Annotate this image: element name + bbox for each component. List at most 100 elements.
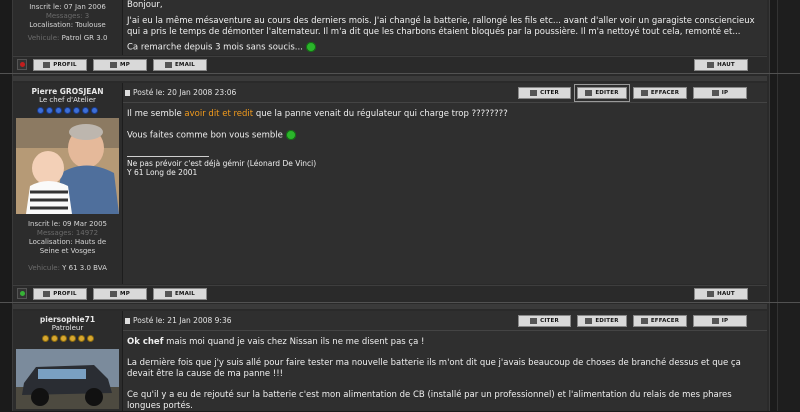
ip-icon	[711, 90, 719, 96]
post-paragraph: J'ai eu la même mésaventure au cours des…	[127, 16, 755, 37]
profile-button[interactable]: PROFIL	[33, 287, 87, 300]
author-vehicle: Y 61 3.0 BVA	[62, 264, 107, 272]
delete-icon	[640, 318, 648, 324]
rank-star-icon	[42, 336, 48, 341]
signature: Ne pas prévoir c'est déjà gémir (Léonard…	[127, 155, 767, 177]
avatar	[16, 118, 119, 214]
author-vehicle: Patrol GR 3.0	[61, 34, 108, 42]
post-text: Vous faites comme bon vous semble	[127, 130, 283, 141]
post-date: Posté le: 21 Jan 2008 9:36	[133, 316, 232, 325]
delete-button[interactable]: EFFACER	[633, 87, 687, 99]
post-text: que la panne venait du régulateur qui ch…	[255, 109, 508, 119]
forum-post: Pierre GROSJEAN Le chef d'Atelier Inscri…	[13, 83, 767, 284]
forum-post: piersophie71 Patroleur Posté le: 21 Jan …	[13, 311, 767, 411]
author-name[interactable]: piersophie71	[13, 315, 122, 324]
page-scrollbar[interactable]	[777, 0, 800, 411]
rank-stars	[13, 108, 122, 113]
post-header: Posté le: 20 Jan 2008 23:06 CITER EDITER…	[123, 83, 767, 103]
profile-button[interactable]: PROFIL	[33, 58, 87, 71]
quote-button[interactable]: CITER	[518, 87, 571, 99]
edit-icon	[585, 90, 593, 96]
rank-star-icon	[60, 336, 66, 341]
ip-icon	[711, 318, 719, 324]
email-button[interactable]: EMAIL	[153, 287, 207, 300]
rank-star-icon	[56, 108, 61, 113]
profile-icon	[43, 290, 51, 297]
rank-star-icon	[74, 108, 79, 113]
author-rank: Le chef d'Atelier	[39, 96, 96, 104]
post-greeting: Bonjour,	[127, 0, 163, 10]
author-location: Localisation: Toulouse	[29, 21, 106, 29]
signature-line: Ne pas prévoir c'est déjà gémir (Léonard…	[127, 158, 317, 168]
author-messages: Messages: 14972	[36, 229, 99, 237]
profile-icon	[43, 61, 51, 68]
ip-button[interactable]: IP	[693, 87, 747, 99]
rank-star-icon	[69, 336, 75, 341]
edit-button[interactable]: EDITER	[574, 84, 630, 102]
pm-button[interactable]: MP	[93, 287, 147, 300]
vehicle-label: Vehicule:	[27, 34, 60, 42]
quote-icon	[530, 318, 538, 324]
delete-icon	[640, 90, 648, 96]
post-text-bold: Ok chef	[127, 337, 164, 347]
post-header: Posté le: 21 Jan 2008 9:36 CITER EDITER …	[123, 311, 767, 331]
email-icon	[164, 290, 172, 297]
smiley-icon	[285, 130, 296, 140]
post-text: mais moi quand je vais chez Nissan ils n…	[166, 337, 425, 347]
post-content: Posté le: 21 Jan 2008 9:36 CITER EDITER …	[123, 311, 767, 411]
email-button[interactable]: EMAIL	[153, 58, 207, 71]
arrow-up-icon	[707, 61, 715, 68]
ip-button[interactable]: IP	[693, 315, 747, 327]
delete-button[interactable]: EFFACER	[633, 315, 687, 327]
quoted-link[interactable]: avoir dit et redit	[184, 109, 253, 119]
online-status-icon	[17, 288, 27, 299]
avatar	[16, 349, 119, 409]
author-messages: Messages: 3	[45, 12, 90, 20]
signature-divider	[127, 155, 209, 157]
rank-star-icon	[51, 336, 57, 341]
author-name[interactable]: Pierre GROSJEAN	[13, 87, 122, 96]
post-content: Posté le: 20 Jan 2008 23:06 CITER EDITER…	[123, 83, 767, 284]
vehicle-label: Vehicule:	[28, 264, 60, 272]
edit-icon	[585, 318, 593, 324]
back-to-top-button[interactable]: HAUT	[694, 58, 748, 71]
rank-star-icon	[65, 108, 70, 113]
signature-line: Y 61 Long de 2001	[127, 167, 198, 177]
pm-icon	[110, 290, 118, 297]
author-joined: Inscrit le: 07 Jan 2006	[29, 3, 106, 11]
email-icon	[164, 61, 172, 68]
quote-icon	[530, 90, 538, 96]
smiley-icon	[305, 42, 316, 52]
post-author: Inscrit le: 07 Jan 2006 Messages: 3 Loca…	[13, 0, 123, 55]
post-date: Posté le: 20 Jan 2008 23:06	[133, 88, 237, 97]
post-paragraph: Ce qu'il y a eu de rejouté sur la batter…	[127, 390, 732, 411]
avatar-photo	[16, 349, 119, 409]
avatar-photo	[16, 118, 119, 214]
post-icon	[125, 89, 130, 96]
rank-star-icon	[78, 336, 84, 341]
post-icon	[125, 317, 130, 324]
post-text: Il me semble	[127, 109, 182, 119]
pm-button[interactable]: MP	[93, 58, 147, 71]
post-author: piersophie71 Patroleur	[13, 311, 123, 411]
edit-button[interactable]: EDITER	[577, 315, 627, 327]
post-footer-bar: PROFIL MP EMAIL HAUT	[13, 285, 767, 301]
rank-star-icon	[92, 108, 97, 113]
post-paragraph: Ca remarche depuis 3 mois sans soucis...	[127, 42, 303, 53]
offline-status-icon	[17, 59, 27, 70]
post-content: Bonjour, J'ai eu la même mésaventure au …	[123, 0, 767, 55]
rank-star-icon	[87, 336, 93, 341]
rank-stars	[13, 336, 122, 341]
rank-star-icon	[38, 108, 43, 113]
author-joined: Inscrit le: 09 Mar 2005	[27, 220, 107, 228]
post-author: Pierre GROSJEAN Le chef d'Atelier Inscri…	[13, 83, 123, 284]
quote-button[interactable]: CITER	[518, 315, 571, 327]
author-rank: Patroleur	[51, 324, 84, 332]
pm-icon	[110, 61, 118, 68]
forum-post: Inscrit le: 07 Jan 2006 Messages: 3 Loca…	[13, 0, 767, 55]
back-to-top-button[interactable]: HAUT	[694, 287, 748, 300]
rank-star-icon	[47, 108, 52, 113]
arrow-up-icon	[707, 290, 715, 297]
rank-star-icon	[83, 108, 88, 113]
post-footer-bar: PROFIL MP EMAIL HAUT	[13, 56, 767, 72]
